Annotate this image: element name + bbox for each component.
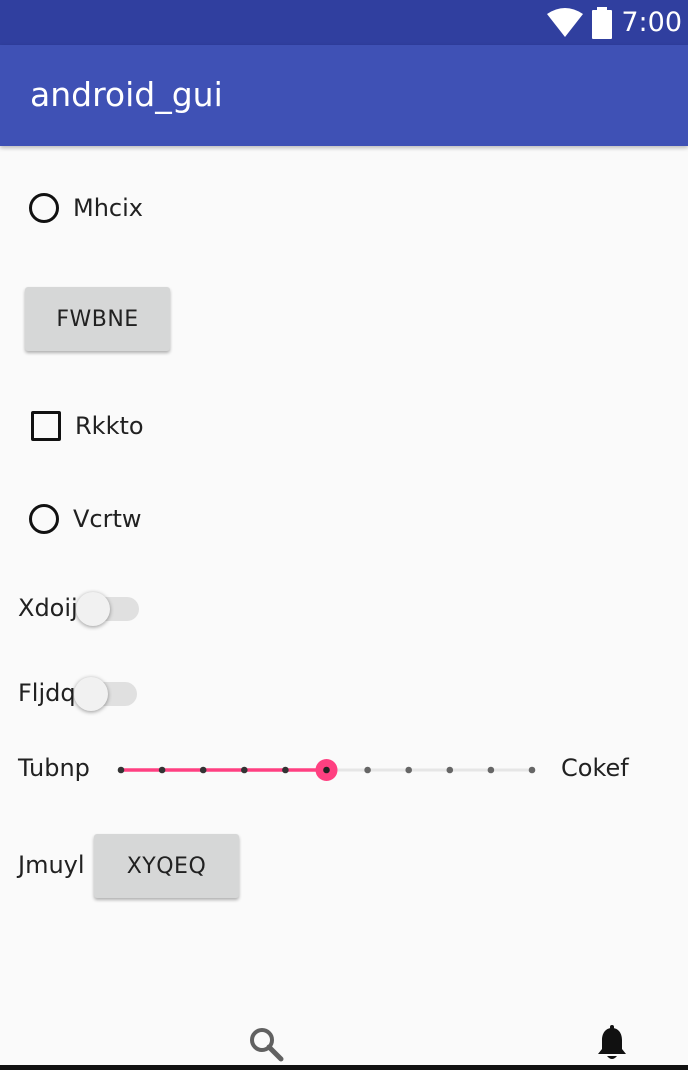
slider-tick [158, 766, 166, 774]
switch-label: Fljdq [18, 679, 76, 707]
slider-tick [117, 766, 125, 774]
app-bar: android_gui [0, 45, 688, 146]
xyqeq-button[interactable]: XYQEQ [94, 834, 239, 898]
slider-tick [241, 766, 248, 774]
slider-tick [528, 766, 536, 774]
slider-tick [282, 766, 289, 774]
jmuyl-label: Jmuyl [18, 851, 85, 879]
slider-thumb-dot [323, 766, 330, 774]
slider-tick [446, 766, 454, 774]
radio-button-circle[interactable] [29, 193, 59, 223]
radio-vcrtw[interactable]: Vcrtw [29, 504, 142, 534]
app-title: android_gui [30, 75, 223, 114]
switch-label: Xdoij [18, 594, 78, 622]
switch-thumb[interactable] [76, 592, 110, 626]
fwbne-button[interactable]: FWBNE [25, 287, 170, 351]
slider-start-label: Tubnp [18, 754, 90, 782]
radio-button-circle[interactable] [29, 504, 59, 534]
bottom-edge [0, 1065, 688, 1070]
radio-label: Vcrtw [73, 505, 142, 533]
checkbox-rkkto[interactable]: Rkkto [31, 411, 144, 441]
bottom-navigation [0, 1012, 688, 1070]
radio-label: Mhcix [73, 194, 143, 222]
slider-tick [199, 766, 207, 774]
slider-tick [364, 766, 371, 774]
switch-thumb[interactable] [74, 677, 108, 711]
checkbox-box[interactable] [31, 411, 61, 441]
slider-end-label: Cokef [561, 754, 629, 782]
status-icons: 7:00 [547, 0, 682, 45]
bell-icon[interactable] [596, 1025, 628, 1063]
search-icon[interactable] [248, 1026, 284, 1062]
wifi-icon [547, 7, 584, 37]
status-bar: 7:00 [0, 0, 688, 45]
checkbox-label: Rkkto [75, 412, 144, 440]
radio-mhcix[interactable]: Mhcix [29, 193, 143, 223]
status-time: 7:00 [621, 7, 682, 38]
discrete-slider[interactable] [100, 750, 550, 790]
slider-tick [487, 766, 495, 774]
battery-icon [592, 6, 613, 39]
slider-tick [405, 766, 413, 774]
